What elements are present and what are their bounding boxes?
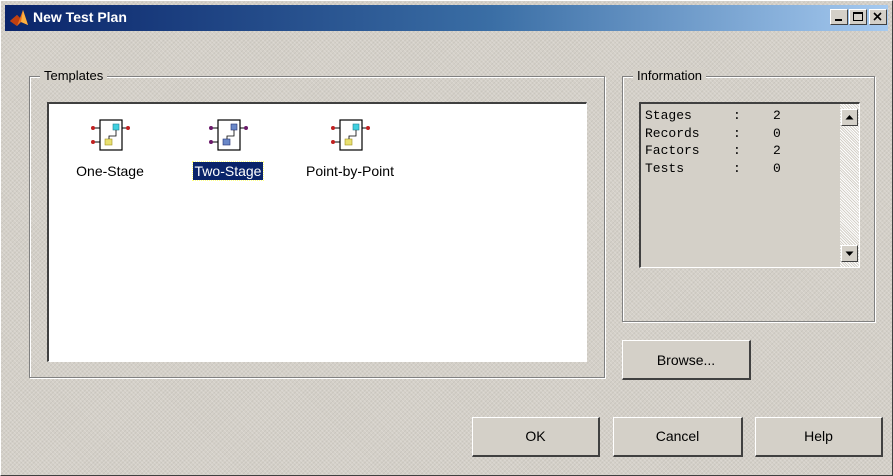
point-by-point-template-icon [331, 119, 370, 151]
maximize-button[interactable] [849, 9, 867, 25]
info-separator: : [733, 143, 741, 158]
help-button[interactable]: Help [755, 417, 883, 457]
vertical-scrollbar[interactable] [840, 104, 859, 267]
templates-list[interactable]: One-Stage Two-Stage Point-by-Point [47, 102, 587, 362]
template-label: Point-by-Point [306, 163, 394, 179]
info-value: 2 [773, 108, 781, 123]
info-value: 0 [773, 160, 781, 176]
minimize-button[interactable] [830, 9, 848, 25]
info-row-factors: Factors: 2 [645, 142, 793, 160]
window-title: New Test Plan [33, 9, 127, 25]
information-text-box[interactable]: Stages: 2 Records: 0 Factors: 2 Tests: 0 [639, 102, 860, 268]
info-separator: : [733, 125, 741, 141]
browse-button[interactable]: Browse... [622, 340, 751, 380]
template-one-stage[interactable]: One-Stage [65, 114, 155, 180]
two-stage-template-icon [209, 119, 248, 151]
scroll-up-button[interactable] [841, 109, 858, 126]
info-value: 0 [773, 125, 781, 141]
minimize-icon [835, 19, 842, 21]
templates-label: Templates [40, 68, 108, 83]
one-stage-template-icon [91, 119, 130, 151]
cancel-button[interactable]: Cancel [613, 417, 743, 457]
info-row-records: Records: 0 [645, 125, 793, 143]
info-key: Stages [645, 108, 692, 123]
scroll-down-button[interactable] [841, 245, 858, 262]
info-value: 2 [773, 143, 781, 158]
information-list: Stages: 2 Records: 0 Factors: 2 Tests: 0 [645, 107, 793, 177]
arrow-down-icon [845, 251, 854, 256]
ok-button[interactable]: OK [472, 417, 600, 457]
info-separator: : [733, 160, 741, 176]
information-label: Information [633, 68, 707, 83]
information-group: Information Stages: 2 Records: 0 Factors: 2… [622, 68, 875, 322]
title-bar[interactable]: New Test Plan [5, 5, 888, 31]
info-key: Records [645, 125, 700, 141]
matlab-logo-icon [10, 10, 28, 26]
info-row-stages: Stages: 2 [645, 107, 793, 125]
info-separator: : [733, 108, 741, 123]
arrow-up-icon [845, 115, 854, 120]
templates-group: Templates One-Stage Two-Stage Point-by-P… [29, 68, 605, 378]
template-two-stage[interactable]: Two-Stage [183, 114, 273, 181]
template-label: Two-Stage [191, 161, 265, 181]
info-key: Factors [645, 143, 700, 158]
info-row-tests: Tests: 0 [645, 160, 793, 178]
template-label: One-Stage [76, 163, 144, 179]
template-point-by-point[interactable]: Point-by-Point [295, 114, 405, 180]
info-key: Tests [645, 160, 685, 176]
close-button[interactable] [869, 9, 887, 25]
maximize-icon [853, 12, 863, 21]
new-test-plan-dialog: New Test Plan Templates One-Stage Two-St… [0, 0, 893, 476]
close-icon [873, 12, 882, 21]
